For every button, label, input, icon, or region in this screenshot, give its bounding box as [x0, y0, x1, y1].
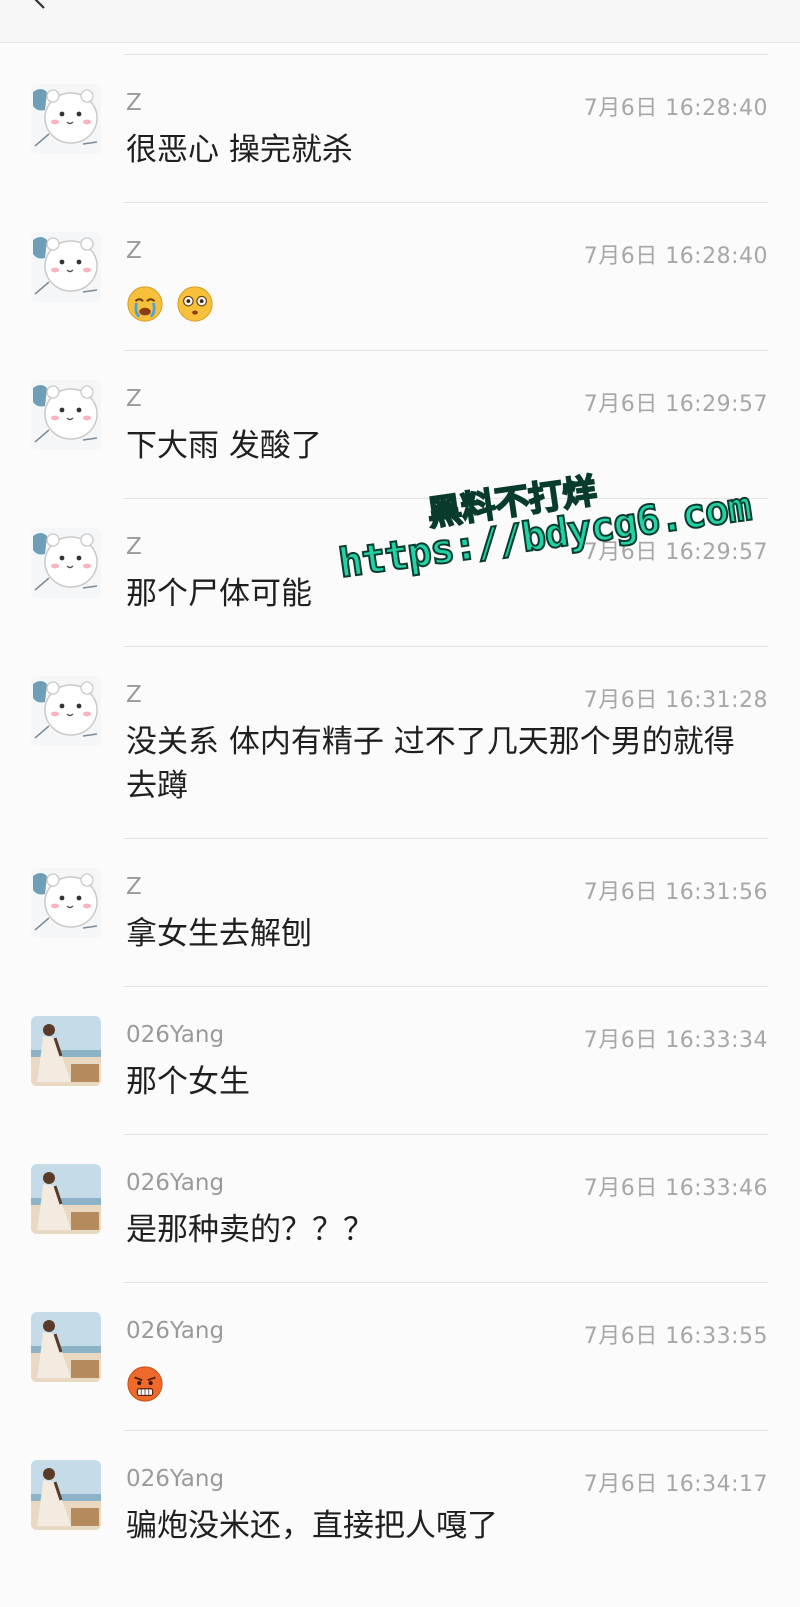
message-row[interactable]: 026Yang 7月6日 16:34:17 骗炮没米还，直接把人嘎了: [0, 1430, 800, 1578]
message-row[interactable]: 026Yang 7月6日 16:33:34 那个女生: [0, 986, 800, 1134]
back-arrow-icon[interactable]: [30, 0, 54, 12]
divider: [124, 1430, 768, 1431]
message-row[interactable]: Z 7月6日 16:31:28 没关系 体内有精子 过不了几天那个男的就得去蹲: [0, 646, 800, 838]
message-text: 很恶心 操完就杀: [126, 132, 353, 168]
timestamp: 7月6日 16:33:46: [583, 1176, 768, 1201]
message-row[interactable]: Z 7月6日 16:31:56 拿女生去解刨: [0, 838, 800, 986]
message-row[interactable]: Z 7月6日 16:28:40 很恶心 操完就杀: [0, 54, 800, 202]
message-emojis: [126, 1360, 764, 1404]
message-row[interactable]: 026Yang 7月6日 16:33:55: [0, 1282, 800, 1430]
timestamp: 7月6日 16:34:17: [583, 1472, 768, 1497]
message-text: 骗炮没米还，直接把人嘎了: [126, 1508, 498, 1544]
sender-name: 026Yang: [126, 1022, 225, 1048]
timestamp: 7月6日 16:31:28: [583, 688, 768, 713]
worried-angry-face-emoji: [127, 1365, 163, 1402]
message-list: Z 7月6日 16:28:40 很恶心 操完就杀 Z 7月6日 16:28:40: [0, 54, 800, 1578]
bear-avatar[interactable]: [31, 868, 101, 938]
sender-name: Z: [126, 386, 142, 412]
sender-name: 026Yang: [126, 1466, 225, 1492]
bear-avatar[interactable]: [31, 84, 101, 154]
photo-avatar[interactable]: [31, 1164, 101, 1234]
sender-name: Z: [126, 682, 142, 708]
sender-name: Z: [126, 90, 142, 116]
timestamp: 7月6日 16:33:34: [583, 1028, 768, 1053]
sender-name: 026Yang: [126, 1170, 225, 1196]
divider: [124, 646, 768, 647]
sender-name: Z: [126, 238, 142, 264]
flushed-face-emoji: [177, 285, 213, 322]
timestamp: 7月6日 16:29:57: [583, 392, 768, 417]
message-text: 拿女生去解刨: [126, 916, 312, 952]
message-text: 没关系 体内有精子 过不了几天那个男的就得去蹲: [126, 724, 735, 804]
photo-avatar[interactable]: [31, 1016, 101, 1086]
photo-avatar[interactable]: [31, 1460, 101, 1530]
bear-avatar[interactable]: [31, 676, 101, 746]
timestamp: 7月6日 16:31:56: [583, 880, 768, 905]
message-text: 是那种卖的？？？: [126, 1212, 374, 1248]
message-row[interactable]: Z 7月6日 16:28:40: [0, 202, 800, 350]
timestamp: 7月6日 16:33:55: [583, 1324, 768, 1349]
bear-avatar[interactable]: [31, 380, 101, 450]
message-row[interactable]: 026Yang 7月6日 16:33:46 是那种卖的？？？: [0, 1134, 800, 1282]
bear-avatar[interactable]: [31, 528, 101, 598]
message-text: 那个女生: [126, 1064, 250, 1100]
timestamp: 7月6日 16:28:40: [583, 244, 768, 269]
top-bar: [0, 0, 800, 43]
sender-name: Z: [126, 534, 142, 560]
divider: [124, 202, 768, 203]
divider: [124, 986, 768, 987]
timestamp: 7月6日 16:28:40: [583, 96, 768, 121]
divider: [124, 1282, 768, 1283]
sender-name: 026Yang: [126, 1318, 225, 1344]
crying-face-emoji: [127, 285, 163, 322]
divider: [124, 54, 768, 55]
message-emojis: [126, 280, 764, 324]
divider: [124, 350, 768, 351]
divider: [124, 838, 768, 839]
divider: [124, 1134, 768, 1135]
photo-avatar[interactable]: [31, 1312, 101, 1382]
sender-name: Z: [126, 874, 142, 900]
bear-avatar[interactable]: [31, 232, 101, 302]
